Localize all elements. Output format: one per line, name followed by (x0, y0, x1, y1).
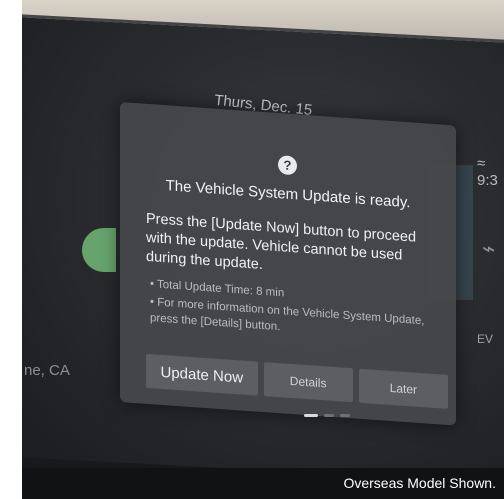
details-button[interactable]: Details (263, 362, 353, 403)
system-update-dialog: ? The Vehicle System Update is ready. Pr… (120, 102, 456, 426)
page-dot (340, 414, 350, 417)
page-dot-active (304, 414, 318, 417)
dialog-message: Press the [Update Now] button to proceed… (146, 210, 417, 273)
question-circle-icon: ? (278, 155, 297, 176)
screen-photo: Thurs, Dec. 15 ≈ 9:3 ne, CA ⌁ EV ? The V… (22, 0, 504, 499)
background-ev-label: EV (477, 332, 494, 346)
disclaimer-caption: Overseas Model Shown. (343, 475, 496, 491)
clock-label: ≈ 9:3 (477, 155, 498, 189)
page-dot (324, 414, 334, 417)
background-city-label: ne, CA (24, 362, 70, 379)
page-indicator (304, 414, 350, 417)
charging-icon: ⌁ (482, 236, 496, 261)
later-button[interactable]: Later (358, 368, 448, 409)
update-now-button[interactable]: Update Now (146, 353, 258, 396)
clock-value: 9:3 (477, 172, 498, 189)
dialog-button-row: Update Now Details Later (146, 353, 448, 409)
dialog-title: The Vehicle System Update is ready. (165, 177, 411, 212)
